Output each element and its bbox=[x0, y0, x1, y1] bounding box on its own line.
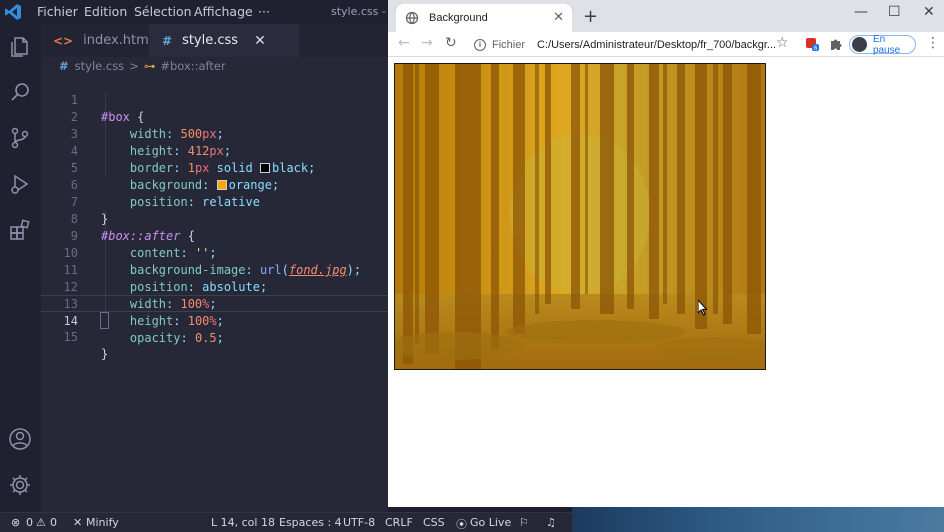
address-scheme: Fichier bbox=[492, 38, 526, 51]
minify-icon: ✕ bbox=[73, 516, 83, 529]
explorer-icon[interactable] bbox=[8, 35, 32, 59]
css-file-icon: # bbox=[162, 33, 173, 48]
mouse-cursor-icon bbox=[698, 300, 708, 316]
settings-gear-icon[interactable] bbox=[8, 473, 32, 497]
bookmark-star-icon[interactable]: ☆ bbox=[776, 35, 789, 51]
menu-more[interactable]: ··· bbox=[258, 4, 270, 19]
tab-index-html[interactable]: <> index.html bbox=[41, 24, 153, 57]
warnings-count[interactable]: 0 bbox=[50, 516, 57, 529]
code-line: 6 position: relative bbox=[41, 160, 388, 209]
code-line: 5 background: orange; bbox=[41, 143, 388, 192]
tab-close-icon[interactable]: ✕ bbox=[254, 33, 266, 49]
notifications-bell-icon[interactable]: ♫ bbox=[546, 516, 556, 529]
globe-icon bbox=[405, 11, 419, 25]
forward-icon[interactable]: → bbox=[421, 35, 433, 51]
html-file-icon: <> bbox=[53, 33, 74, 48]
browser-toolbar: ← → ↻ i Fichier C:/Users/Administrateur/… bbox=[388, 32, 944, 57]
code-line: 10 background-image: url(fond.jpg); bbox=[41, 228, 388, 277]
warnings-icon[interactable]: ⚠ bbox=[36, 516, 46, 529]
menu-fichier[interactable]: Fichier bbox=[37, 4, 78, 19]
extension-badge-count: 6 bbox=[814, 45, 818, 51]
code-line: 7 } bbox=[41, 177, 388, 226]
window-close-icon[interactable]: ✕ bbox=[923, 4, 935, 20]
account-icon[interactable] bbox=[8, 427, 32, 451]
tab-close-icon[interactable]: ✕ bbox=[553, 9, 564, 25]
cursor-position[interactable]: L 14, col 18 bbox=[211, 516, 275, 529]
breadcrumb: # style.css > ⊶ #box::after bbox=[41, 57, 388, 75]
vscode-logo-icon bbox=[5, 4, 21, 20]
indentation[interactable]: Espaces : 4 bbox=[279, 516, 342, 529]
menu-edition[interactable]: Edition bbox=[84, 4, 127, 19]
tab-label: index.html bbox=[83, 33, 153, 48]
bracket-match-highlight bbox=[100, 312, 109, 329]
brace: } bbox=[101, 347, 109, 361]
maximize-icon[interactable]: ☐ bbox=[888, 4, 901, 20]
vscode-window: Fichier Edition Sélection Affichage ··· … bbox=[0, 0, 403, 512]
code-line: 2 width: 500px; bbox=[41, 92, 388, 141]
address-url: C:/Users/Administrateur/Desktop/fr_700/b… bbox=[537, 38, 777, 51]
menu-affichage[interactable]: Affichage bbox=[194, 4, 253, 19]
code-line: 3 height: 412px; bbox=[41, 109, 388, 158]
breadcrumb-symbol[interactable]: #box::after bbox=[160, 59, 225, 73]
browser-tabstrip: Background ✕ + — ☐ ✕ bbox=[388, 0, 944, 32]
editor-tabs: <> index.html # style.css ✕ bbox=[41, 24, 388, 57]
property: opacity bbox=[129, 331, 181, 345]
code-line-current: 14 opacity: 0.5; bbox=[41, 295, 388, 345]
source-control-icon[interactable] bbox=[8, 126, 32, 150]
go-live-button[interactable]: Go Live bbox=[470, 516, 511, 529]
browser-tab-title: Background bbox=[429, 12, 488, 24]
code-line: 4 border: 1px solid black; bbox=[41, 126, 388, 175]
avatar bbox=[852, 37, 867, 52]
puzzle-extensions-icon[interactable] bbox=[829, 37, 843, 51]
errors-icon[interactable]: ⊗ bbox=[11, 516, 20, 529]
browser-tab-background[interactable]: Background ✕ bbox=[396, 4, 572, 32]
menu-selection[interactable]: Sélection bbox=[134, 4, 192, 19]
code-line: 15 } bbox=[41, 312, 388, 361]
info-icon[interactable]: i bbox=[474, 38, 486, 51]
activity-bar bbox=[0, 24, 41, 512]
page-viewport bbox=[388, 58, 944, 507]
code-line: 12 width: 100%; bbox=[41, 262, 388, 311]
number: 0.5 bbox=[194, 331, 217, 345]
browser-window: Background ✕ + — ☐ ✕ ← → ↻ i Fichier C:/… bbox=[388, 0, 944, 507]
line-number: 15 bbox=[63, 330, 78, 344]
code-editor[interactable]: 1 #box { 2 width: 500px; 3 height: 412px… bbox=[41, 75, 388, 512]
errors-count[interactable]: 0 bbox=[26, 516, 33, 529]
broadcast-icon: ⦿ bbox=[456, 518, 467, 531]
back-icon[interactable]: ← bbox=[398, 35, 410, 51]
profile-button[interactable]: En pause bbox=[849, 33, 916, 56]
box-forest-image bbox=[394, 63, 766, 370]
extensions-icon[interactable] bbox=[8, 218, 32, 242]
code-line: 1 #box { bbox=[41, 75, 388, 124]
breadcrumb-file[interactable]: style.css bbox=[75, 59, 125, 73]
search-icon[interactable] bbox=[8, 80, 32, 104]
extension-badge-icon[interactable]: 6 bbox=[805, 37, 819, 51]
css-file-icon: # bbox=[59, 59, 69, 73]
code-line: 13 height: 100%; bbox=[41, 279, 388, 328]
minify-button[interactable]: Minify bbox=[86, 516, 119, 529]
more-menu-icon[interactable]: ⋮ bbox=[926, 35, 940, 51]
forest-image bbox=[395, 64, 765, 369]
tab-style-css[interactable]: # style.css ✕ bbox=[149, 24, 299, 57]
code-line: 8 #box::after { bbox=[41, 194, 388, 243]
end-of-line[interactable]: CRLF bbox=[385, 516, 413, 529]
new-tab-button[interactable]: + bbox=[583, 6, 598, 27]
status-bar: ⊗ 0 ⚠ 0 ✕ Minify L 14, col 18 Espaces : … bbox=[0, 512, 572, 532]
symbol-icon: ⊶ bbox=[143, 59, 156, 73]
reload-icon[interactable]: ↻ bbox=[445, 35, 457, 51]
encoding[interactable]: UTF-8 bbox=[343, 516, 375, 529]
language-mode[interactable]: CSS bbox=[423, 516, 445, 529]
desktop-wallpaper bbox=[572, 507, 944, 532]
breadcrumb-separator: > bbox=[129, 59, 139, 73]
code-line: 11 position: absolute; bbox=[41, 245, 388, 294]
profile-status: En pause bbox=[872, 33, 901, 56]
vscode-titlebar: Fichier Edition Sélection Affichage ··· … bbox=[0, 0, 403, 24]
code-line: 9 content: ''; bbox=[41, 211, 388, 260]
address-bar[interactable]: i Fichier C:/Users/Administrateur/Deskto… bbox=[474, 34, 794, 55]
feedback-icon[interactable]: ⚐ bbox=[519, 516, 529, 529]
minimize-icon[interactable]: — bbox=[854, 4, 868, 20]
run-debug-icon[interactable] bbox=[8, 172, 32, 196]
tab-label: style.css bbox=[182, 33, 239, 48]
